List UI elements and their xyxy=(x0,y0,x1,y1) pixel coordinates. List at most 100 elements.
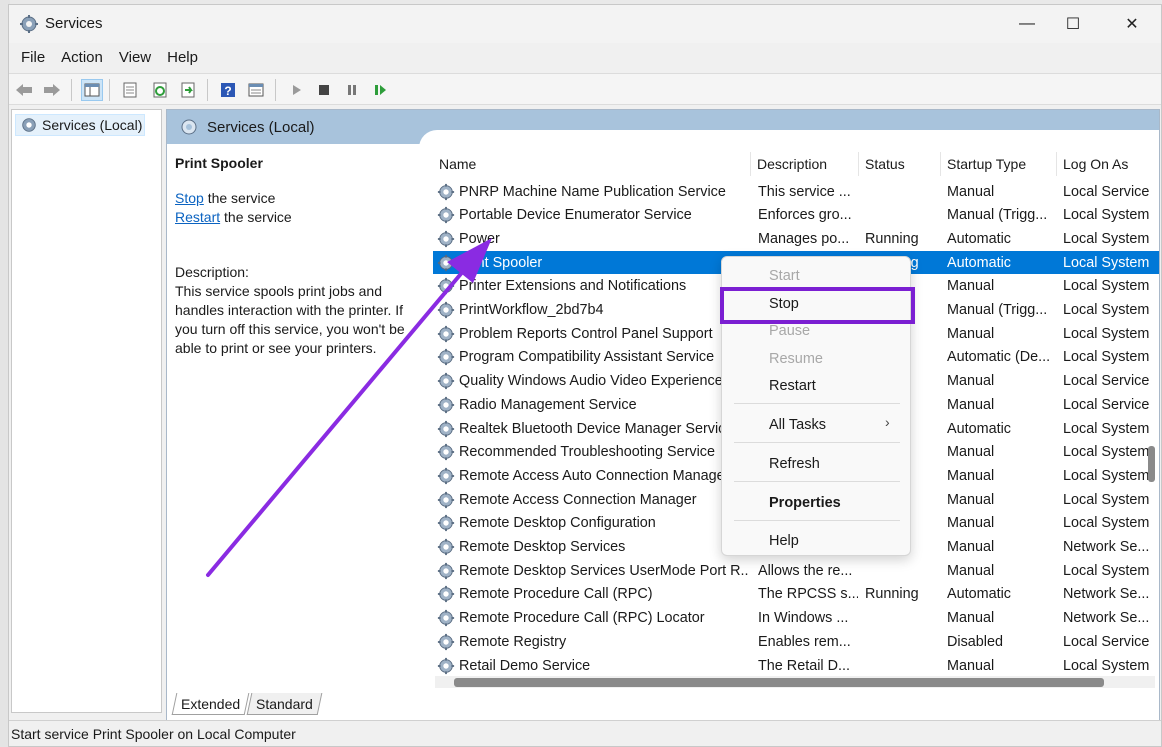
column-header-label: Startup Type xyxy=(947,156,1027,172)
cell-description: The Retail D... xyxy=(758,657,850,674)
toolbar-separator xyxy=(109,79,110,101)
cell-status: Running xyxy=(865,586,919,603)
refresh-button[interactable] xyxy=(149,79,171,101)
cell-description: The RPCSS s... xyxy=(758,586,858,603)
cell-status xyxy=(865,180,939,204)
restart-service-link[interactable]: Restart xyxy=(175,209,220,225)
export-list-button[interactable] xyxy=(177,79,199,101)
table-row[interactable]: Remote Procedure Call (RPC) Locator In Wi… xyxy=(433,606,1159,630)
restart-service-button[interactable] xyxy=(369,79,391,101)
context-menu-refresh[interactable]: Refresh xyxy=(769,452,820,476)
close-icon: ✕ xyxy=(1125,16,1139,33)
table-row[interactable]: Retail Demo Service The Retail D... Manual… xyxy=(433,654,1159,678)
stop-service-button[interactable] xyxy=(313,79,335,101)
column-header-label: Description xyxy=(757,156,828,172)
back-button[interactable] xyxy=(13,79,35,101)
cell-name: Print Spooler xyxy=(459,254,543,271)
service-description-panel: Print Spooler Stop the service Restart t… xyxy=(175,154,415,358)
cell-description: Allows the re... xyxy=(758,562,853,579)
cell-startup-type: Automatic xyxy=(947,420,1011,437)
export-list-icon xyxy=(181,82,195,98)
column-header-name[interactable]: Name xyxy=(433,152,751,176)
column-header-startup-type[interactable]: Startup Type xyxy=(941,152,1057,176)
cell-name: Problem Reports Control Panel Support xyxy=(459,325,713,342)
gear-icon xyxy=(20,15,38,33)
start-service-button[interactable] xyxy=(285,79,307,101)
context-menu-resume[interactable]: Resume xyxy=(769,347,823,371)
table-row[interactable]: PNRP Machine Name Publication Service Thi… xyxy=(433,180,1159,204)
table-row[interactable]: Portable Device Enumerator Service Enforc… xyxy=(433,203,1159,227)
stop-icon xyxy=(319,85,329,95)
cell-status xyxy=(865,630,939,654)
svg-text:?: ? xyxy=(224,84,231,98)
description-text: This service spools print jobs and handl… xyxy=(175,283,405,356)
menu-action[interactable]: Action xyxy=(53,45,111,71)
vertical-scroll-thumb[interactable] xyxy=(1148,446,1155,482)
menu-bar: File Action View Help xyxy=(9,45,1161,71)
tree-item-services-local[interactable]: Services (Local) xyxy=(15,114,145,136)
tab-label: Extended xyxy=(181,696,241,712)
cell-description: In Windows ... xyxy=(758,610,849,627)
stop-service-link[interactable]: Stop xyxy=(175,190,204,206)
maximize-button[interactable]: ☐ xyxy=(1050,5,1096,43)
context-menu-start[interactable]: Start xyxy=(769,264,800,288)
menu-view[interactable]: View xyxy=(111,45,159,71)
cell-description: Enforces gro... xyxy=(758,207,852,224)
column-header-label: Status xyxy=(865,156,905,172)
vertical-scrollbar[interactable] xyxy=(1145,144,1159,684)
minimize-button[interactable]: — xyxy=(1004,5,1050,43)
context-menu-restart[interactable]: Restart xyxy=(769,374,816,398)
table-row[interactable]: Remote Procedure Call (RPC) The RPCSS s..… xyxy=(433,582,1159,606)
stop-highlight-box xyxy=(720,287,915,324)
cell-startup-type: Automatic xyxy=(947,254,1011,271)
cell-name: Realtek Bluetooth Device Manager Service xyxy=(459,420,734,437)
cell-name: Radio Management Service xyxy=(459,396,637,413)
minimize-icon: — xyxy=(1019,15,1035,32)
status-bar: Start service Print Spooler on Local Com… xyxy=(9,720,1161,746)
cell-startup-type: Manual xyxy=(947,657,995,674)
tab-extended[interactable]: Extended xyxy=(171,693,250,715)
toolbar: ? xyxy=(9,73,1161,105)
maximize-icon: ☐ xyxy=(1065,16,1081,33)
show-console-tree-button[interactable] xyxy=(81,79,103,101)
forward-arrow-icon xyxy=(44,84,60,96)
cell-description: This service ... xyxy=(758,183,851,200)
forward-button[interactable] xyxy=(41,79,63,101)
cell-name: Power xyxy=(459,230,500,247)
cell-startup-type: Manual xyxy=(947,610,995,627)
context-menu-separator xyxy=(734,403,900,404)
cell-name: Remote Access Connection Manager xyxy=(459,491,697,508)
context-menu-properties[interactable]: Properties xyxy=(769,491,841,515)
table-row[interactable]: Remote Desktop Services UserMode Port R.… xyxy=(433,559,1159,583)
context-menu-separator xyxy=(734,520,900,521)
cell-startup-type: Manual xyxy=(947,515,995,532)
cell-name: PrintWorkflow_2bd7b4 xyxy=(459,302,604,318)
cell-name: Remote Desktop Services UserMode Port R.… xyxy=(459,562,749,579)
context-menu-separator xyxy=(734,481,900,482)
play-icon xyxy=(293,85,301,95)
gear-icon xyxy=(22,118,36,132)
title-bar: Services — ☐ ✕ xyxy=(9,5,1161,43)
help-button[interactable]: ? xyxy=(217,79,239,101)
pause-service-button[interactable] xyxy=(341,79,363,101)
context-menu-help[interactable]: Help xyxy=(769,529,799,553)
context-menu-all-tasks[interactable]: All Tasks xyxy=(769,413,826,437)
tab-standard[interactable]: Standard xyxy=(246,693,323,715)
details-view-button[interactable] xyxy=(245,79,267,101)
cell-status xyxy=(865,654,939,678)
close-button[interactable]: ✕ xyxy=(1109,5,1155,43)
stop-service-suffix: the service xyxy=(203,190,276,206)
menu-file[interactable]: File xyxy=(13,45,53,71)
toolbar-separator xyxy=(275,79,276,101)
table-row[interactable]: Remote Registry Enables rem... Disabled Loc… xyxy=(433,630,1159,654)
cell-startup-type: Manual xyxy=(947,539,995,555)
horizontal-scrollbar[interactable] xyxy=(435,676,1155,688)
properties-button[interactable] xyxy=(119,79,141,101)
menu-help[interactable]: Help xyxy=(159,45,206,71)
column-header-status[interactable]: Status xyxy=(859,152,941,176)
context-menu-separator xyxy=(734,442,900,443)
chevron-right-icon: › xyxy=(885,414,890,430)
horizontal-scroll-thumb[interactable] xyxy=(454,678,1104,687)
table-row[interactable]: Power Manages po... Running Automatic Local … xyxy=(433,227,1159,251)
column-header-description[interactable]: Description xyxy=(751,152,859,176)
